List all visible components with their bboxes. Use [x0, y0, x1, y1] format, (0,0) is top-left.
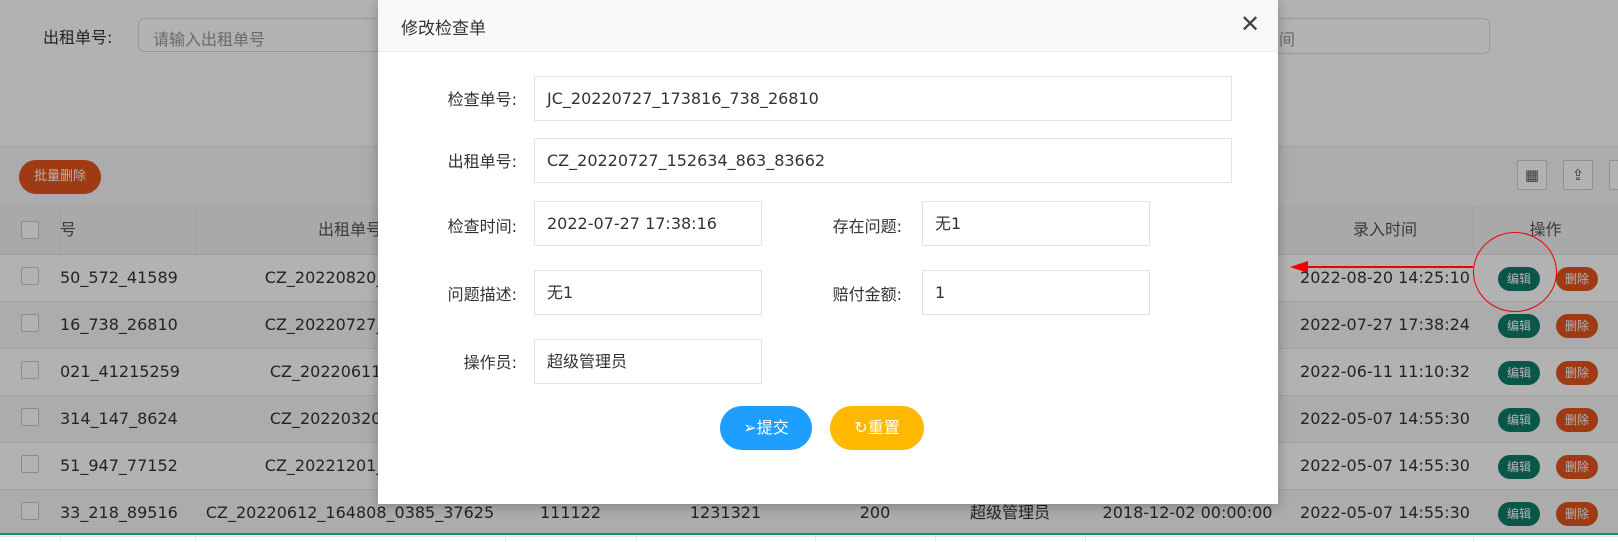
check-no-field[interactable]: JC_20220727_173816_738_26810 — [534, 76, 1232, 121]
annotation-arrow-icon — [1290, 261, 1473, 273]
modal-header: 修改检查单 ✕ — [378, 0, 1278, 52]
compensation-label: 赔付金额: — [832, 285, 902, 304]
refresh-icon: ↻ — [854, 418, 868, 437]
close-icon[interactable]: ✕ — [1238, 12, 1262, 36]
check-time-label: 检查时间: — [447, 217, 517, 236]
rental-no-field[interactable]: CZ_20220727_152634_863_83662 — [534, 138, 1232, 183]
edit-check-modal: 修改检查单 ✕ 检查单号: JC_20220727_173816_738_268… — [378, 0, 1278, 504]
operator-label: 操作员: — [463, 353, 517, 372]
rental-no-label: 出租单号: — [447, 152, 517, 171]
send-icon: ➢ — [743, 418, 757, 437]
problem-field[interactable]: 无1 — [922, 201, 1150, 246]
check-no-label: 检查单号: — [447, 90, 517, 109]
reset-label: 重置 — [867, 418, 900, 437]
check-time-field[interactable]: 2022-07-27 17:38:16 — [534, 201, 762, 246]
modal-title: 修改检查单 — [401, 19, 486, 39]
description-field[interactable]: 无1 — [534, 270, 762, 315]
reset-button[interactable]: ↻重置 — [830, 406, 924, 450]
description-label: 问题描述: — [447, 285, 517, 304]
submit-label: 提交 — [756, 418, 789, 437]
annotation-circle — [1473, 232, 1557, 312]
problem-label: 存在问题: — [832, 217, 902, 236]
operator-field[interactable]: 超级管理员 — [534, 339, 762, 384]
compensation-field[interactable]: 1 — [922, 270, 1150, 315]
submit-button[interactable]: ➢提交 — [720, 406, 812, 450]
